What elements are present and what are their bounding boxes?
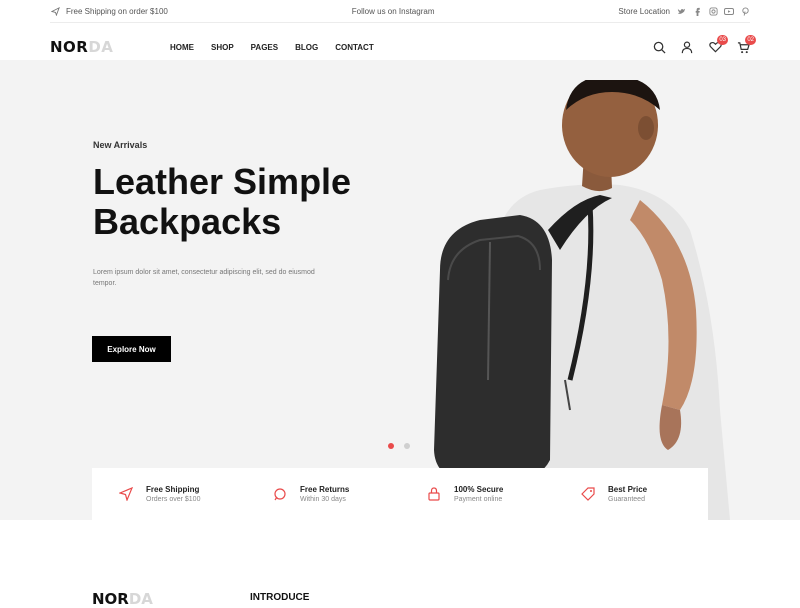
feature-item: Free Shipping Orders over $100	[92, 485, 246, 503]
logo-main-text: NOR	[50, 38, 89, 56]
wishlist-count-badge: 03	[717, 35, 728, 45]
cart-icon[interactable]: 02	[736, 35, 756, 54]
site-header: NORDA HOME SHOP PAGES BLOG CONTACT 03 02	[50, 32, 756, 62]
nav-item-shop[interactable]: SHOP	[211, 43, 234, 52]
pinterest-icon[interactable]	[740, 6, 750, 16]
wishlist-heart-icon[interactable]: 03	[708, 35, 728, 54]
send-icon	[50, 6, 60, 16]
footer-logo[interactable]: NORDA	[92, 590, 153, 608]
feature-subtitle: Guaranteed	[608, 496, 645, 503]
hero-tag: New Arrivals	[93, 140, 148, 150]
nav-item-home[interactable]: HOME	[170, 43, 194, 52]
hero-title-line-2: Backpacks	[93, 201, 282, 242]
feature-subtitle: Payment online	[454, 496, 503, 503]
feature-item: 100% Secure Payment online	[400, 485, 554, 503]
explore-now-button[interactable]: Explore Now	[92, 336, 171, 362]
topbar-right: Store Location	[618, 6, 750, 16]
instagram-icon[interactable]	[708, 6, 718, 16]
hero-title-line-1: Leather Simple	[93, 161, 352, 202]
site-logo[interactable]: NORDA	[50, 38, 170, 56]
twitter-icon[interactable]	[676, 6, 686, 16]
slider-dot-2[interactable]	[404, 443, 410, 449]
lock-icon	[426, 486, 442, 502]
nav-item-contact[interactable]: CONTACT	[335, 43, 374, 52]
slider-dots	[388, 443, 410, 449]
user-icon[interactable]	[680, 40, 694, 54]
cart-count-badge: 02	[745, 35, 756, 45]
feature-title: Best Price	[608, 485, 648, 494]
topbar-location-link[interactable]: Store Location	[618, 7, 670, 16]
topbar-left: Free Shipping on order $100	[50, 6, 168, 16]
topbar-instagram-text[interactable]: Follow us on Instagram	[352, 7, 435, 16]
header-icons: 03 02	[652, 35, 756, 54]
youtube-icon[interactable]	[724, 6, 734, 16]
support-icon	[272, 486, 288, 502]
topbar-divider	[50, 22, 750, 23]
nav-item-blog[interactable]: BLOG	[295, 43, 318, 52]
logo-accent-text: DA	[88, 38, 114, 56]
feature-item: Best Price Guaranteed	[554, 485, 708, 503]
feature-subtitle: Within 30 days	[300, 496, 346, 503]
feature-title: 100% Secure	[454, 485, 504, 494]
send-icon	[118, 486, 134, 502]
features-bar: Free Shipping Orders over $100 Free Retu…	[92, 468, 708, 520]
feature-title: Free Shipping	[146, 485, 200, 494]
top-bar: Free Shipping on order $100 Follow us on…	[0, 0, 800, 23]
nav-item-pages[interactable]: PAGES	[251, 43, 278, 52]
feature-item: Free Returns Within 30 days	[246, 485, 400, 503]
hero-title: Leather Simple Backpacks	[93, 162, 373, 242]
hero-slider: New Arrivals Leather Simple Backpacks Lo…	[0, 60, 800, 520]
footer-logo-accent: DA	[128, 590, 153, 608]
footer-logo-main: NOR	[92, 590, 129, 608]
introduce-heading: INTRODUCE	[250, 592, 310, 603]
slider-dot-1[interactable]	[388, 443, 394, 449]
search-icon[interactable]	[652, 40, 666, 54]
feature-subtitle: Orders over $100	[146, 496, 201, 503]
main-nav: HOME SHOP PAGES BLOG CONTACT	[170, 43, 374, 52]
topbar-center[interactable]: Follow us on Instagram	[352, 7, 435, 16]
hero-product-image	[434, 80, 730, 520]
hero-description: Lorem ipsum dolor sit amet, consectetur …	[93, 269, 315, 287]
topbar-shipping-text: Free Shipping on order $100	[66, 6, 168, 16]
feature-title: Free Returns	[300, 485, 350, 494]
tag-icon	[580, 486, 596, 502]
facebook-icon[interactable]	[692, 6, 702, 16]
